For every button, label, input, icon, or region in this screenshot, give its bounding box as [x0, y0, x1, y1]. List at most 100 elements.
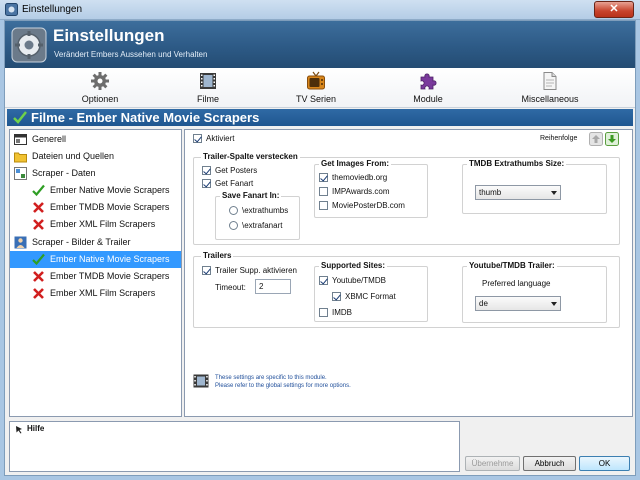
chevron-down-icon [551, 302, 557, 306]
movieposterdb-label: MoviePosterDB.com [332, 201, 405, 210]
save-fanart-title: Save Fanart In: [220, 191, 282, 200]
cross-icon [33, 219, 44, 230]
window-title: Einstellungen [22, 4, 83, 15]
tree-item-scraper-bilder[interactable]: Scraper - Bilder & Trailer [10, 234, 181, 251]
puzzle-icon [420, 73, 437, 90]
window-titlebar: Einstellungen ✕ [0, 0, 640, 20]
tree-item-label: Ember Native Movie Scrapers [50, 185, 170, 195]
trailer-support-checkbox[interactable] [202, 266, 211, 275]
tree-item-native-bilder[interactable]: Ember Native Movie Scrapers [10, 251, 181, 268]
extrathumbs-label: \extrathumbs [242, 206, 289, 215]
help-label: Hilfe [27, 424, 45, 433]
folder-icon [14, 152, 27, 163]
settings-window: Einstellungen Verändert Embers Aussehen … [4, 20, 636, 476]
tree-item-tmdb-daten[interactable]: Ember TMDB Movie Scrapers [10, 199, 181, 216]
app-icon [5, 3, 18, 16]
category-toolbar: Optionen Filme TV Serien Module Miscella… [5, 68, 635, 108]
tree-item-label: Ember Native Movie Scrapers [50, 254, 170, 264]
trailer-column-group-title: Trailer-Spalte verstecken [201, 152, 300, 161]
images-from-title: Get Images From: [319, 159, 392, 168]
impawards-label: IMPAwards.com [332, 187, 390, 196]
timeout-label: Timeout: [215, 283, 246, 292]
extrathumbs-radio[interactable] [229, 206, 238, 215]
enabled-label: Aktiviert [206, 134, 235, 143]
tree-item-native-daten[interactable]: Ember Native Movie Scrapers [10, 182, 181, 199]
ok-button[interactable]: OK [579, 456, 630, 471]
order-label: Reihenfolge [540, 135, 578, 142]
header-title: Einstellungen [53, 26, 165, 45]
trailer-support-label: Trailer Supp. aktivieren [215, 266, 297, 275]
tree-item-generell[interactable]: Generell [10, 131, 181, 148]
section-title: Filme - Ember Native Movie Scrapers [31, 110, 260, 125]
tree-item-scraper-daten[interactable]: Scraper - Daten [10, 165, 181, 182]
gear-icon [91, 72, 109, 90]
themoviedb-label: themoviedb.org [332, 173, 388, 182]
get-posters-label: Get Posters [215, 166, 258, 175]
preferred-language-label: Preferred language [482, 279, 551, 288]
tree-item-xml-bilder[interactable]: Ember XML Film Scrapers [10, 285, 181, 302]
tv-icon [307, 71, 325, 90]
settings-window-icon [14, 134, 27, 145]
tree-item-xml-daten[interactable]: Ember XML Film Scrapers [10, 216, 181, 233]
imdb-checkbox[interactable] [319, 308, 328, 317]
checkmark-icon [32, 184, 45, 197]
toolbar-button-miscellaneous[interactable]: Miscellaneous [505, 70, 595, 106]
toolbar-button-optionen[interactable]: Optionen [55, 70, 145, 106]
themoviedb-checkbox[interactable] [319, 173, 328, 182]
cross-icon [33, 288, 44, 299]
chevron-down-icon [551, 191, 557, 195]
toolbar-button-module[interactable]: Module [383, 70, 473, 106]
tree-item-label: Ember TMDB Movie Scrapers [50, 202, 170, 212]
tree-item-label: Dateien und Quellen [32, 151, 115, 161]
tree-item-label: Scraper - Bilder & Trailer [32, 237, 131, 247]
tree-item-tmdb-bilder[interactable]: Ember TMDB Movie Scrapers [10, 268, 181, 285]
cross-icon [33, 202, 44, 213]
tree-item-label: Ember XML Film Scrapers [50, 288, 156, 298]
tree-item-dateien[interactable]: Dateien und Quellen [10, 148, 181, 165]
document-icon [543, 72, 557, 90]
people-icon [14, 236, 27, 249]
youtube-trailer-title: Youtube/TMDB Trailer: [467, 261, 557, 270]
apply-button[interactable]: Übernehme [465, 456, 520, 471]
scraper-icon [14, 167, 27, 180]
toolbar-button-tv-serien[interactable]: TV Serien [271, 70, 361, 106]
settings-tree: Generell Dateien und Quellen Scraper - D… [9, 129, 182, 417]
enabled-checkbox[interactable] [193, 134, 202, 143]
tree-item-label: Ember TMDB Movie Scrapers [50, 271, 170, 281]
imdb-label: IMDB [332, 308, 352, 317]
tree-item-label: Generell [32, 134, 67, 144]
header-banner: Einstellungen Verändert Embers Aussehen … [5, 21, 635, 68]
module-note-line1: These settings are specific to this modu… [215, 375, 327, 381]
trailers-title: Trailers [201, 251, 234, 260]
toolbar-label: Optionen [81, 94, 119, 104]
move-up-button[interactable] [589, 132, 603, 146]
module-note-line2: Please refer to the global settings for … [215, 383, 351, 389]
tree-item-label: Ember XML Film Scrapers [50, 219, 156, 229]
toolbar-label: Miscellaneous [521, 94, 579, 104]
preferred-language-select[interactable]: de [475, 296, 561, 311]
toolbar-label: TV Serien [295, 94, 337, 104]
cancel-button[interactable]: Abbruch [523, 456, 576, 471]
impawards-checkbox[interactable] [319, 187, 328, 196]
move-down-button[interactable] [605, 132, 619, 146]
section-header: Filme - Ember Native Movie Scrapers [7, 109, 633, 126]
extrathumbs-size-select[interactable]: thumb [475, 185, 561, 200]
tree-item-label: Scraper - Daten [32, 168, 96, 178]
xbmc-format-label: XBMC Format [345, 292, 396, 301]
extrafanart-label: \extrafanart [242, 221, 283, 230]
xbmc-format-checkbox[interactable] [332, 292, 341, 301]
youtube-tmdb-label: Youtube/TMDB [332, 276, 386, 285]
get-fanart-checkbox[interactable] [202, 179, 211, 188]
help-panel: Hilfe [9, 421, 460, 472]
movieposterdb-checkbox[interactable] [319, 201, 328, 210]
youtube-tmdb-checkbox[interactable] [319, 276, 328, 285]
extrathumbs-size-value: thumb [479, 188, 502, 197]
extrafanart-radio[interactable] [229, 221, 238, 230]
toolbar-button-filme[interactable]: Filme [163, 70, 253, 106]
close-button[interactable]: ✕ [594, 1, 634, 18]
get-posters-checkbox[interactable] [202, 166, 211, 175]
header-subtitle: Verändert Embers Aussehen und Verhalten [54, 50, 208, 59]
timeout-input[interactable]: 2 [255, 279, 291, 294]
help-icon [16, 426, 22, 434]
preferred-language-value: de [479, 299, 488, 308]
